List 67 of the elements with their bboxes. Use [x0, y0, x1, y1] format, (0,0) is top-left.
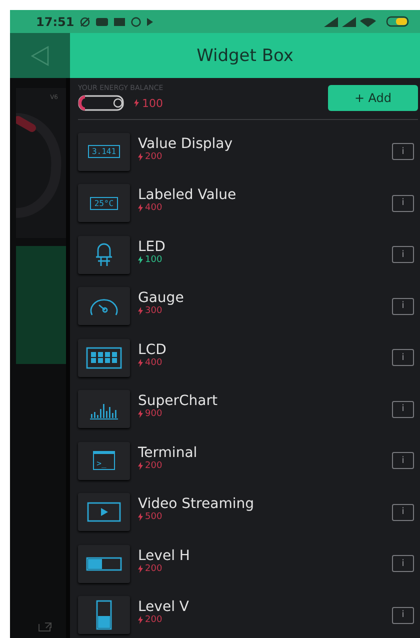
info-button[interactable]: i: [392, 504, 414, 521]
battery-icon: [386, 16, 410, 27]
widget-price: 500: [138, 512, 384, 522]
widget-name: Value Display: [138, 136, 234, 152]
info-button[interactable]: i: [392, 194, 414, 212]
lightning-icon: [138, 307, 143, 316]
widget-name: LCD: [138, 342, 168, 358]
widget-price: 300: [138, 306, 384, 316]
lcd-icon: [86, 346, 122, 369]
lightning-icon: [138, 462, 143, 470]
info-button[interactable]: i: [392, 400, 414, 418]
horizontal-level-icon: [86, 556, 122, 571]
widget-name: Video Streaming: [138, 496, 255, 512]
lightning-icon: [138, 152, 143, 161]
info-button[interactable]: i: [392, 452, 414, 470]
widget-name: Level V: [138, 599, 190, 616]
widget-icon-tile[interactable]: [78, 544, 130, 583]
widget-price: 200: [138, 460, 384, 471]
widget-icon-tile[interactable]: [78, 287, 130, 326]
value-display-icon: 3.141: [88, 145, 120, 158]
widget-icon-tile[interactable]: [78, 596, 130, 634]
expand-icon: [38, 622, 52, 632]
widget-price: 400: [138, 358, 384, 368]
widget-name: Gauge: [138, 290, 185, 306]
energy-amount: 100: [134, 96, 163, 110]
sync-off-icon: [80, 16, 90, 26]
info-button[interactable]: i: [392, 143, 414, 160]
play-icon: [147, 18, 154, 26]
widget-price: 100: [138, 254, 384, 265]
add-button[interactable]: + Add: [328, 85, 418, 111]
widget-icon-tile[interactable]: 25°C: [78, 184, 130, 222]
info-button[interactable]: i: [392, 606, 414, 624]
status-time: 17:51: [36, 14, 74, 28]
widget-name: SuperChart: [138, 393, 218, 410]
widget-name: LED: [138, 238, 166, 255]
widget-price: 200: [138, 564, 384, 574]
value-display-icon: 25°C: [90, 196, 118, 210]
widget-name: Labeled Value: [138, 187, 238, 204]
lightning-icon: [138, 358, 143, 367]
info-button[interactable]: i: [392, 246, 414, 264]
widget-icon-tile[interactable]: [78, 338, 130, 377]
lightning-icon: [138, 616, 143, 624]
lightning-icon: [138, 513, 143, 522]
widget-price: 200: [138, 152, 384, 162]
lightning-icon: [134, 99, 139, 107]
widget-name: Terminal: [138, 444, 198, 461]
lightning-icon: [138, 410, 143, 418]
widget-icon-tile[interactable]: [78, 390, 130, 428]
widget-icon-tile[interactable]: 3.141: [78, 132, 130, 171]
widget-icon-tile[interactable]: [78, 493, 130, 532]
lightning-icon: [138, 564, 143, 573]
info-button[interactable]: i: [392, 555, 414, 572]
widget-price: 900: [138, 409, 384, 420]
window-title: Widget Box: [196, 46, 294, 66]
widget-icon-tile[interactable]: [78, 236, 130, 274]
widget-icon-tile[interactable]: >_: [78, 442, 130, 480]
widget-price: 200: [138, 615, 384, 626]
widget-price: 400: [138, 203, 384, 214]
info-button[interactable]: i: [392, 298, 414, 315]
lightning-icon: [138, 256, 143, 264]
lightning-icon: [138, 204, 143, 212]
battery-icon: [78, 95, 126, 111]
info-button[interactable]: i: [392, 349, 414, 366]
led-icon: [95, 242, 113, 267]
terminal-icon: >_: [92, 451, 116, 470]
widget-name: Level H: [138, 548, 191, 564]
vertical-level-icon: [96, 600, 112, 630]
